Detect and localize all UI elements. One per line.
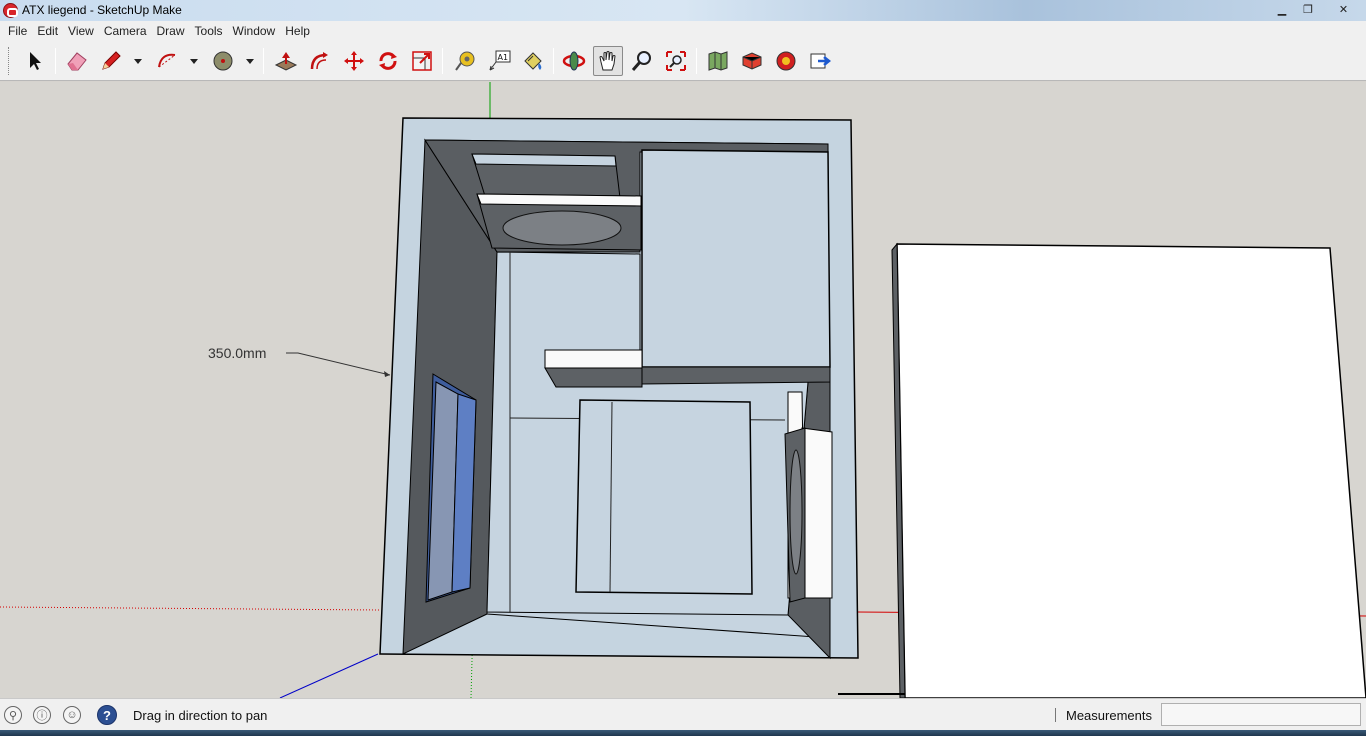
zoom-extents-tool-button[interactable] bbox=[661, 46, 691, 76]
white-side-panel bbox=[896, 243, 1366, 698]
rotate-icon bbox=[379, 52, 397, 70]
restore-button[interactable]: ❐ bbox=[1295, 0, 1321, 19]
geo-location-icon[interactable]: ⚲ bbox=[4, 706, 22, 724]
push-pull-icon bbox=[274, 52, 298, 71]
fan-plate-edge bbox=[476, 193, 642, 207]
paint-bucket-tool-button[interactable] bbox=[518, 46, 548, 76]
menu-help[interactable]: Help bbox=[280, 21, 315, 41]
sketchup-app-icon[interactable] bbox=[3, 3, 18, 18]
shape-tool-button[interactable] bbox=[208, 46, 238, 76]
shelf-side bbox=[544, 367, 643, 388]
menu-camera[interactable]: Camera bbox=[99, 21, 152, 41]
arrow-cursor-icon bbox=[30, 52, 41, 70]
user-account-icon[interactable]: ☺ bbox=[63, 706, 81, 724]
toolbar-separator bbox=[696, 48, 697, 74]
shelf-top bbox=[544, 349, 643, 369]
line-tool-button[interactable] bbox=[96, 46, 126, 76]
measurements-input[interactable] bbox=[1161, 703, 1361, 726]
close-button[interactable]: ✕ bbox=[1321, 0, 1366, 19]
help-icon[interactable]: ? bbox=[97, 705, 117, 725]
toolbar-grip[interactable] bbox=[8, 47, 11, 75]
line-tool-dropdown[interactable] bbox=[133, 56, 143, 66]
menu-file[interactable]: File bbox=[3, 21, 32, 41]
window-controls: ▁ ❐ ✕ bbox=[1269, 0, 1366, 20]
shape-tool-dropdown[interactable] bbox=[245, 56, 255, 66]
paint-bucket-icon bbox=[524, 52, 542, 70]
toolbar-separator bbox=[553, 48, 554, 74]
arc-icon bbox=[158, 53, 176, 68]
scale-icon bbox=[412, 51, 432, 71]
rotate-tool-button[interactable] bbox=[373, 46, 403, 76]
extension-tool-button[interactable] bbox=[771, 46, 801, 76]
fan-circle bbox=[502, 210, 622, 246]
arc-tool-button[interactable] bbox=[152, 46, 182, 76]
menu-window[interactable]: Window bbox=[228, 21, 281, 41]
menu-edit[interactable]: Edit bbox=[32, 21, 63, 41]
tape-measure-icon bbox=[455, 51, 475, 71]
menu-tools[interactable]: Tools bbox=[190, 21, 228, 41]
warehouse-tool-button[interactable] bbox=[703, 46, 733, 76]
offset-icon bbox=[310, 52, 328, 70]
psu-lid bbox=[471, 153, 617, 167]
menu-bar: File Edit View Camera Draw Tools Window … bbox=[0, 21, 1366, 41]
toolbar-separator bbox=[55, 48, 56, 74]
map-icon bbox=[708, 51, 728, 71]
dimension-leader bbox=[286, 352, 391, 376]
zoom-tool-button[interactable] bbox=[627, 46, 657, 76]
eraser-tool-button[interactable] bbox=[62, 46, 92, 76]
status-bar: ⚲ ⓘ ☺ ? Drag in direction to pan Measure… bbox=[0, 698, 1366, 730]
svg-text:A1: A1 bbox=[498, 53, 509, 62]
extension-icon bbox=[776, 51, 796, 71]
arc-tool-dropdown[interactable] bbox=[189, 56, 199, 66]
measurements-label: Measurements bbox=[1066, 708, 1152, 723]
menu-view[interactable]: View bbox=[63, 21, 99, 41]
orbit-tool-button[interactable] bbox=[559, 46, 589, 76]
main-toolbar: A1 bbox=[0, 41, 1366, 81]
text-tool-button[interactable]: A1 bbox=[484, 46, 514, 76]
status-divider bbox=[1055, 708, 1056, 722]
menu-draw[interactable]: Draw bbox=[152, 21, 190, 41]
pan-tool-button[interactable] bbox=[593, 46, 623, 76]
magnifier-icon bbox=[631, 51, 651, 71]
move-arrows-icon bbox=[344, 51, 364, 71]
offset-tool-button[interactable] bbox=[305, 46, 335, 76]
toolbar-separator bbox=[442, 48, 443, 74]
share-icon bbox=[810, 53, 832, 69]
drive-cage-bottom bbox=[641, 366, 831, 385]
os-taskbar bbox=[0, 730, 1366, 736]
text-label-icon: A1 bbox=[489, 50, 511, 71]
orbit-icon bbox=[562, 51, 586, 71]
side-fan-body bbox=[801, 427, 833, 599]
eraser-icon bbox=[67, 52, 87, 71]
blue-axis-line bbox=[279, 653, 379, 698]
components-tool-button[interactable] bbox=[737, 46, 767, 76]
components-icon bbox=[742, 52, 762, 70]
model-scene bbox=[0, 82, 1366, 698]
zoom-extents-icon bbox=[666, 51, 686, 71]
toolbar-separator bbox=[263, 48, 264, 74]
tape-measure-tool-button[interactable] bbox=[450, 46, 480, 76]
window-title: ATX liegend - SketchUp Make bbox=[22, 3, 182, 17]
modeling-viewport[interactable]: 350.0mm bbox=[0, 82, 1366, 698]
dimension-label[interactable]: 350.0mm bbox=[208, 345, 266, 361]
select-tool-button[interactable] bbox=[19, 46, 49, 76]
push-pull-tool-button[interactable] bbox=[271, 46, 301, 76]
red-axis-line bbox=[0, 606, 381, 611]
minimize-button[interactable]: ▁ bbox=[1269, 0, 1295, 19]
drive-cage-front bbox=[641, 149, 831, 368]
mainboard-box bbox=[575, 399, 753, 595]
move-tool-button[interactable] bbox=[339, 46, 369, 76]
side-fan-circle bbox=[789, 449, 803, 575]
credits-icon[interactable]: ⓘ bbox=[33, 706, 51, 724]
status-hint: Drag in direction to pan bbox=[133, 708, 268, 723]
share-model-tool-button[interactable] bbox=[805, 46, 835, 76]
title-bar: ATX liegend - SketchUp Make ▁ ❐ ✕ bbox=[0, 0, 1366, 21]
circle-icon bbox=[213, 51, 233, 71]
pencil-icon bbox=[102, 51, 121, 70]
scale-tool-button[interactable] bbox=[407, 46, 437, 76]
hand-icon bbox=[599, 51, 616, 71]
